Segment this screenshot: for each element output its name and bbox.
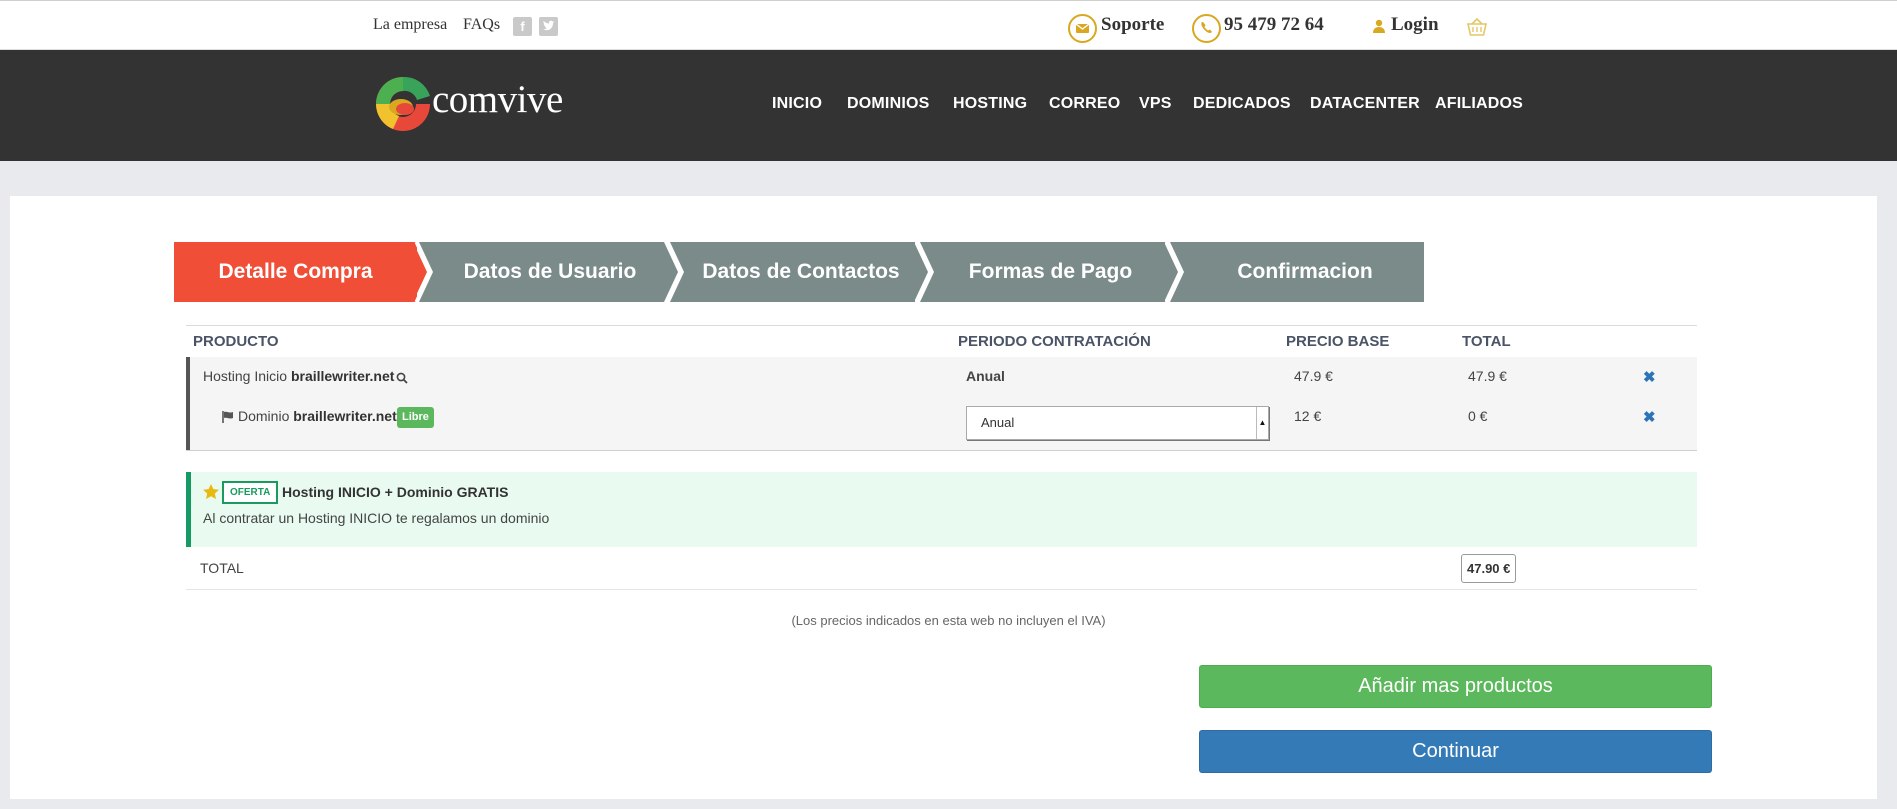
step-formas-pago: Formas de Pago — [936, 242, 1165, 302]
hosting-domain: braillewriter.net — [290, 368, 395, 384]
brand-name[interactable]: comvive — [432, 77, 563, 122]
header-total: TOTAL — [1462, 333, 1511, 350]
phone-number[interactable]: 95 479 72 64 — [1224, 14, 1324, 36]
dominio-total: 0 € — [1468, 408, 1488, 424]
basket-icon[interactable] — [1466, 17, 1488, 42]
hosting-product: Hosting Inicio braillewriter.net — [203, 368, 394, 384]
total-label: TOTAL — [200, 560, 244, 576]
add-products-button[interactable]: Añadir mas productos — [1199, 665, 1712, 708]
nav-dominios[interactable]: DOMINIOS — [847, 95, 930, 113]
step-detalle-compra: Detalle Compra — [174, 242, 417, 302]
faqs-link[interactable]: FAQs — [463, 16, 500, 34]
nav-datacenter[interactable]: DATACENTER — [1310, 95, 1420, 113]
flag-icon — [222, 410, 235, 428]
libre-badge: Libre — [397, 407, 434, 428]
dominio-period-select[interactable]: Anual ▲ — [966, 406, 1269, 440]
twitter-icon[interactable] — [539, 17, 558, 36]
nav-correo[interactable]: CORREO — [1049, 95, 1120, 113]
total-divider — [186, 589, 1697, 590]
nav-hosting[interactable]: HOSTING — [953, 95, 1027, 113]
row-divider — [186, 450, 1697, 451]
comvive-logo-icon[interactable] — [373, 74, 433, 134]
remove-dominio-icon[interactable]: ✖ — [1643, 408, 1656, 426]
offer-title: Hosting INICIO + Dominio GRATIS — [282, 484, 509, 500]
phone-icon[interactable] — [1192, 14, 1221, 43]
dominio-period-value: Anual — [981, 415, 1015, 430]
nav-afiliados[interactable]: AFILIADOS — [1435, 95, 1523, 113]
continue-button[interactable]: Continuar — [1199, 730, 1712, 773]
dominio-domain: braillewriter.net — [293, 408, 397, 424]
search-icon[interactable] — [396, 371, 408, 389]
top-bar: La empresa FAQs f Soporte 95 479 72 64 L… — [0, 0, 1897, 50]
oferta-tag: OFERTA — [222, 481, 279, 504]
nav-vps[interactable]: VPS — [1139, 95, 1172, 113]
facebook-icon[interactable]: f — [513, 17, 532, 36]
hosting-prefix: Hosting Inicio — [203, 368, 288, 384]
user-icon — [1373, 19, 1385, 38]
header-precio-base: PRECIO BASE — [1286, 333, 1390, 350]
nav-inicio[interactable]: INICIO — [772, 95, 822, 113]
step-confirmacion: Confirmacion — [1186, 242, 1424, 302]
iva-note: (Los precios indicados en esta web no in… — [791, 613, 1106, 628]
step-datos-contactos: Datos de Contactos — [687, 242, 915, 302]
total-amount: 47.90 € — [1461, 554, 1517, 583]
hosting-period: Anual — [966, 368, 1005, 384]
select-arrows-icon[interactable]: ▲ — [1256, 407, 1268, 439]
empresa-link[interactable]: La empresa — [373, 16, 447, 34]
step-datos-usuario: Datos de Usuario — [436, 242, 664, 302]
soporte-link[interactable]: Soporte — [1101, 14, 1164, 36]
dominio-prefix: Dominio — [238, 408, 290, 424]
dominio-product: Dominio braillewriter.net — [238, 408, 397, 424]
envelope-icon[interactable] — [1068, 14, 1097, 43]
star-icon — [202, 483, 220, 506]
table-top-divider — [186, 325, 1697, 326]
header-producto: PRODUCTO — [193, 333, 279, 350]
login-link[interactable]: Login — [1391, 14, 1439, 36]
dominio-base-price: 12 € — [1294, 408, 1322, 424]
hosting-total: 47.9 € — [1468, 368, 1507, 384]
hosting-base-price: 47.9 € — [1294, 368, 1333, 384]
nav-dedicados[interactable]: DEDICADOS — [1193, 95, 1291, 113]
main-nav — [0, 50, 1897, 161]
header-periodo: PERIODO CONTRATACIÓN — [958, 333, 1151, 350]
offer-description: Al contratar un Hosting INICIO te regala… — [203, 510, 550, 526]
remove-hosting-icon[interactable]: ✖ — [1643, 368, 1656, 386]
